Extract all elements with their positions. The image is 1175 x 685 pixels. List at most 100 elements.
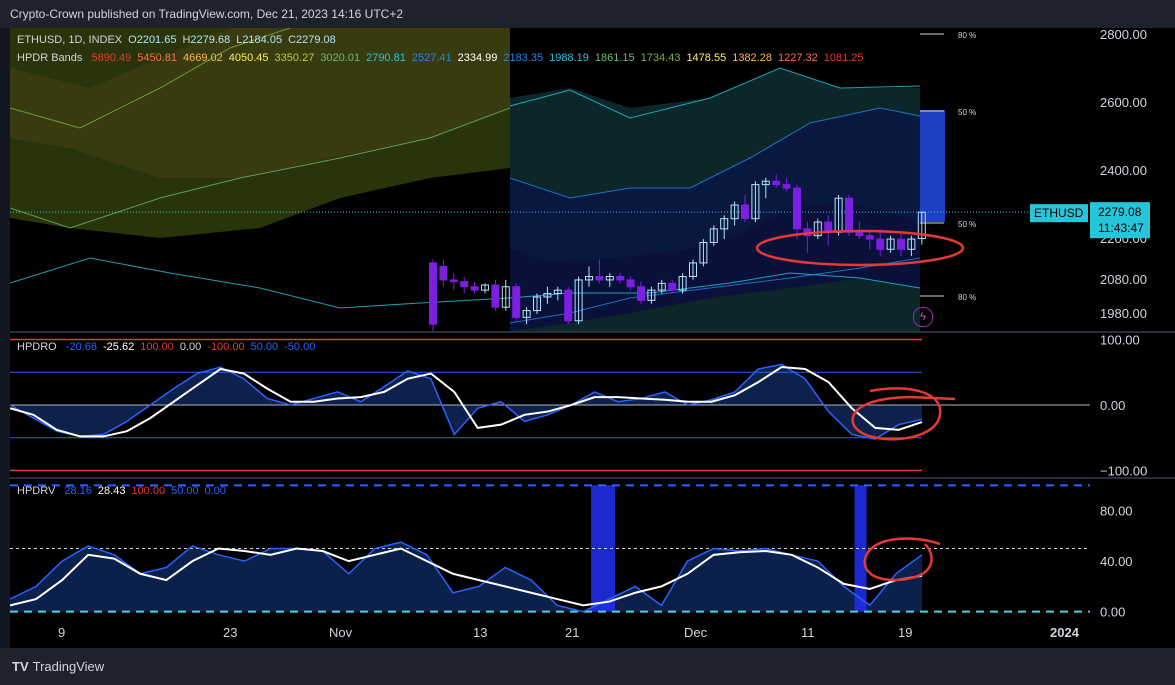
hpdr-band-value: 4669.02 bbox=[183, 52, 223, 64]
hpdro-value: 50.00 bbox=[250, 341, 279, 353]
hpdrv-chart[interactable] bbox=[10, 479, 1090, 618]
hpdro-tick-label: 100.00 bbox=[1100, 333, 1140, 348]
band-level-label: 50 % bbox=[958, 220, 976, 229]
hpdrv-value: 50.00 bbox=[171, 485, 199, 497]
hpdr-band-value: 4050.45 bbox=[228, 52, 269, 64]
time-tick-label: 11 bbox=[801, 625, 815, 640]
bolt-icon[interactable]: ϟ bbox=[913, 307, 933, 327]
hpdro-axis[interactable]: 100.00 0.00 −100.00 bbox=[1090, 333, 1175, 479]
ohlc-open: 2201.65 bbox=[136, 34, 177, 46]
candle-body bbox=[741, 204, 749, 220]
hpdrv-value: 0.00 bbox=[204, 485, 227, 497]
hpdrv-label: HPDRV bbox=[17, 485, 56, 497]
hpdr-band-value: 2334.99 bbox=[457, 52, 498, 64]
candle-body bbox=[772, 180, 781, 186]
ohlc-open-label: O bbox=[128, 34, 137, 46]
time-tick-label: Nov bbox=[329, 625, 353, 640]
time-tick-label: 23 bbox=[223, 625, 237, 640]
price-axis-svg: 1980.002080.002200.002400.002600.002800.… bbox=[1090, 27, 1150, 321]
price-tick-label: 2080.00 bbox=[1100, 272, 1147, 287]
candle-body bbox=[626, 279, 635, 288]
published-line: Crypto-Crown published on TradingView.co… bbox=[10, 7, 403, 21]
hpdr-band-value: 1081.25 bbox=[823, 52, 864, 64]
hpdro-value: -20.68 bbox=[65, 341, 97, 353]
hpdr-bands-label: HPDR Bands bbox=[17, 52, 83, 64]
candle-body bbox=[793, 187, 801, 230]
candle-body bbox=[449, 279, 458, 283]
price-axis[interactable]: 1980.00 2080.00 2200.00 2400.00 2600.00 2800.… bbox=[1090, 27, 1175, 331]
hpdrv-pane[interactable]: HPDRV 28.16 28.43 100.00 50.00 0.00 bbox=[10, 479, 1090, 618]
price-chart[interactable]: 80 % 50 % 50 % 80 % ETHUSD bbox=[10, 28, 1090, 331]
tradingview-brand: TradingView bbox=[32, 659, 105, 674]
candle-body bbox=[616, 276, 625, 281]
hpdro-value: -25.62 bbox=[103, 341, 135, 353]
hpdro-tick-label: 0.00 bbox=[1100, 398, 1125, 413]
hpdrv-tick-label: 80.00 bbox=[1100, 504, 1133, 519]
hpdr-band-value: 5890.49 bbox=[91, 52, 132, 64]
hpdr-band-value: 2527.41 bbox=[411, 52, 452, 64]
price-pane[interactable]: 80 % 50 % 50 % 80 % ETHUSD ETHUSD, 1D, INDEX… bbox=[10, 28, 1090, 331]
candle-body bbox=[429, 262, 437, 325]
header-bar: Crypto-Crown published on TradingView.co… bbox=[0, 0, 1175, 28]
hpdro-value: 100.00 bbox=[140, 341, 174, 353]
hpdrv-tick-label: 40.00 bbox=[1100, 554, 1133, 569]
hpdro-value: -100.00 bbox=[207, 341, 245, 353]
time-tick-label: 9 bbox=[58, 625, 65, 640]
hpdro-chart[interactable] bbox=[10, 333, 1090, 477]
hpdr-band-value: 1478.55 bbox=[686, 52, 727, 64]
tradingview-logo-icon: TV bbox=[12, 659, 29, 674]
hpdr-band-value: 1861.15 bbox=[594, 52, 635, 64]
hpdro-pane[interactable]: HPDRO -20.68 -25.62 100.00 0.00 -100.00 50.00… bbox=[10, 333, 1090, 477]
candle-body bbox=[845, 197, 853, 233]
hpdr-band-value: 1988.19 bbox=[549, 52, 589, 64]
time-tick-label: 2024 bbox=[1050, 625, 1080, 640]
hpdro-legend: HPDRO -20.68 -25.62 100.00 0.00 -100.00 50.00… bbox=[17, 341, 321, 353]
hpdr-band-value: 3020.01 bbox=[320, 52, 361, 64]
time-tick-label: 19 bbox=[898, 625, 912, 640]
hpdro-label: HPDRO bbox=[17, 341, 57, 353]
candle-body bbox=[782, 184, 791, 189]
time-axis[interactable]: 9 23 Nov 13 21 Dec 11 19 2024 bbox=[10, 618, 1175, 648]
ohlc-close: 2279.08 bbox=[296, 34, 336, 46]
time-tick-label: 13 bbox=[473, 625, 487, 640]
hpdro-area bbox=[10, 364, 922, 440]
hpdr-band-value: 1382.28 bbox=[732, 52, 772, 64]
candle-body bbox=[564, 289, 573, 322]
hpdr-bands-legend: HPDR Bands 5890.49 5450.81 4669.02 4050.45 3… bbox=[17, 52, 870, 64]
band-level-label: 80 % bbox=[958, 31, 976, 40]
price-highlight-bar bbox=[920, 110, 945, 222]
hpdrv-value: 100.00 bbox=[131, 485, 166, 497]
hpdrv-tick-label: 0.00 bbox=[1100, 605, 1125, 618]
ohlc-high: 2279.68 bbox=[190, 34, 231, 46]
candle-body bbox=[897, 238, 905, 250]
symbol-tag-label: ETHUSD bbox=[1034, 206, 1084, 220]
candle-body bbox=[491, 284, 500, 308]
price-tag-value: 2279.08 bbox=[1098, 205, 1142, 219]
hpdr-band-value: 2790.81 bbox=[366, 52, 406, 64]
hpdr-band-value: 1227.32 bbox=[777, 52, 818, 64]
band-level-label: 80 % bbox=[958, 293, 976, 302]
band-level-label: 50 % bbox=[958, 108, 976, 117]
candle-body bbox=[470, 286, 479, 291]
tradingview-logo[interactable]: TV TradingView bbox=[12, 659, 104, 674]
hpdrv-value: 28.43 bbox=[97, 485, 126, 497]
hpdro-tick-label: −100.00 bbox=[1100, 463, 1147, 477]
hpdro-value: 0.00 bbox=[179, 341, 202, 353]
price-tick-label: 2400.00 bbox=[1100, 163, 1147, 178]
candle-body bbox=[512, 286, 521, 318]
hpdrv-legend: HPDRV 28.16 28.43 100.00 50.00 0.00 bbox=[17, 485, 232, 497]
candle-body bbox=[855, 231, 864, 237]
candle-body bbox=[439, 265, 448, 281]
candle-body bbox=[876, 238, 885, 250]
price-tag-countdown: 11:43:47 bbox=[1098, 221, 1144, 235]
footer-bar: TV TradingView bbox=[0, 648, 1175, 685]
hpdr-band-value: 3350.27 bbox=[274, 52, 315, 64]
hpdro-axis-svg: 100.00 0.00 −100.00 bbox=[1100, 333, 1147, 479]
time-tick-label: Dec bbox=[684, 625, 708, 640]
ohlc-close-label: C bbox=[288, 34, 297, 46]
price-tick-label: 2600.00 bbox=[1100, 95, 1147, 110]
price-tick-label: 2800.00 bbox=[1100, 28, 1147, 42]
time-tick-label: 21 bbox=[565, 625, 579, 640]
candle-body bbox=[668, 282, 677, 291]
hpdrv-axis[interactable]: 80.00 40.00 0.00 bbox=[1090, 479, 1175, 620]
